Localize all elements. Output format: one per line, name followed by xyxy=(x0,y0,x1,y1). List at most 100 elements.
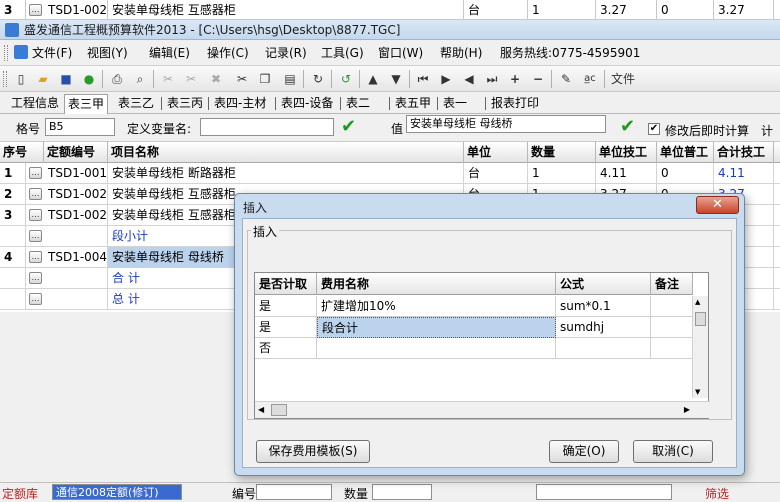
fee-cell-note[interactable] xyxy=(651,338,693,359)
grid-cell-code[interactable]: TSD1-001 xyxy=(44,163,108,184)
hscroll-thumb[interactable] xyxy=(271,404,287,416)
delete-icon[interactable]: ✖ xyxy=(208,71,224,87)
new-icon[interactable]: ▯ xyxy=(13,71,29,87)
tab-project-info[interactable]: 工程信息 xyxy=(8,94,62,114)
first-record-icon[interactable]: ⏮ xyxy=(415,71,431,87)
menu-file[interactable]: 文件(F) xyxy=(32,40,72,66)
grid-cell-ts[interactable]: 4.11 xyxy=(714,163,774,184)
row-expand-button[interactable]: … xyxy=(29,272,42,284)
menu-tools[interactable]: 工具(G) xyxy=(321,40,364,66)
header-take[interactable]: 是否计取 xyxy=(255,273,317,295)
paste-icon[interactable]: ▤ xyxy=(282,71,298,87)
header-qty[interactable]: 数量 xyxy=(528,142,596,163)
recalc-checkbox[interactable]: ✔ xyxy=(648,123,660,135)
menu-record[interactable]: 记录(R) xyxy=(265,40,307,66)
header-fee-name[interactable]: 费用名称 xyxy=(317,273,556,295)
fee-cell-note[interactable] xyxy=(651,296,693,317)
tab-table4-material[interactable]: 表四-主材 xyxy=(211,94,269,114)
toolbar-file-label[interactable]: 文件 xyxy=(608,71,638,87)
move-down-icon[interactable]: ▼ xyxy=(388,71,404,87)
fee-cell-name[interactable]: 扩建增加10% xyxy=(317,296,556,317)
row-expand-button[interactable]: … xyxy=(29,209,42,221)
grid-cell-code[interactable]: TSD1-002 xyxy=(44,184,108,205)
fee-row[interactable]: 是扩建增加10% sum*0.1 xyxy=(255,296,693,317)
cut-icon[interactable]: ✂ xyxy=(183,71,199,87)
quota-library-select[interactable]: 通信2008定额(修订) xyxy=(52,484,182,500)
vscroll-thumb[interactable] xyxy=(695,312,706,326)
save-icon[interactable]: ■ xyxy=(58,71,74,87)
fee-cell-name[interactable] xyxy=(317,338,556,359)
menu-operate[interactable]: 操作(C) xyxy=(207,40,249,66)
save-fee-template-button[interactable]: 保存费用模板(S) xyxy=(256,440,370,463)
toolbar-grip[interactable] xyxy=(3,71,7,87)
spell-check-icon[interactable]: a̲c xyxy=(582,71,598,87)
scroll-left-icon[interactable]: ◀ xyxy=(258,405,264,414)
print-preview-icon[interactable]: ⌕ xyxy=(132,71,148,87)
row-expand-button[interactable]: … xyxy=(29,4,42,16)
tab-table5a[interactable]: 表五甲 xyxy=(392,94,434,114)
header-note[interactable]: 备注 xyxy=(651,273,693,295)
grid-cell-code[interactable] xyxy=(44,268,108,289)
fee-grid-hscrollbar[interactable]: ◀ ▶ xyxy=(255,401,710,418)
menu-edit[interactable]: 编辑(E) xyxy=(149,40,190,66)
fee-cell-formula[interactable]: sum*0.1 xyxy=(556,296,651,317)
last-record-icon[interactable]: ⏭ xyxy=(484,71,500,87)
copy-icon[interactable]: ❐ xyxy=(257,71,273,87)
header-unit-skill[interactable]: 单位技工 xyxy=(596,142,657,163)
grid-cell-code[interactable]: TSD1-004 xyxy=(44,247,108,268)
cut-icon-disabled[interactable]: ✂ xyxy=(160,71,176,87)
value-input[interactable]: 安装单母线柜 母线桥 xyxy=(406,115,606,133)
confirm-variable-check-icon[interactable]: ✔ xyxy=(341,118,356,136)
code-input[interactable] xyxy=(256,484,332,500)
menu-window[interactable]: 窗口(W) xyxy=(378,40,423,66)
header-name[interactable]: 项目名称 xyxy=(108,142,464,163)
tab-table3a[interactable]: 表三甲 xyxy=(64,94,109,114)
grid-cell-code[interactable] xyxy=(44,226,108,247)
previous-icon[interactable]: ◀ xyxy=(461,71,477,87)
edit-record-icon[interactable]: ✎ xyxy=(558,71,574,87)
scroll-down-icon[interactable]: ▼ xyxy=(695,388,700,396)
tab-table3b[interactable]: 表三乙 xyxy=(115,94,157,114)
dialog-close-button[interactable]: ✕ xyxy=(696,196,739,214)
confirm-value-check-icon[interactable]: ✔ xyxy=(620,118,635,136)
print-icon[interactable]: ⎙ xyxy=(109,71,125,87)
variable-name-input[interactable] xyxy=(200,118,334,136)
tab-report-print[interactable]: 报表打印 xyxy=(488,94,542,114)
fee-grid-vscrollbar[interactable]: ▲ ▼ xyxy=(692,296,708,398)
grid-cell-code[interactable]: TSD1-002 xyxy=(44,205,108,226)
fee-cell-formula[interactable] xyxy=(556,338,651,359)
menu-view[interactable]: 视图(Y) xyxy=(87,40,128,66)
cell-address-input[interactable]: B5 xyxy=(45,118,115,136)
fee-cell-take[interactable]: 是 xyxy=(255,296,317,317)
add-record-icon[interactable]: + xyxy=(507,71,523,87)
header-total-skill[interactable]: 合计技工 xyxy=(714,142,774,163)
cut-active-icon[interactable]: ✂ xyxy=(234,71,250,87)
tab-table1[interactable]: 表一 xyxy=(440,94,470,114)
grid-cell-us[interactable]: 4.11 xyxy=(596,163,657,184)
remove-record-icon[interactable]: − xyxy=(530,71,546,87)
grid-cell-name[interactable]: 安装单母线柜 断路器柜 xyxy=(108,163,464,184)
scroll-up-icon[interactable]: ▲ xyxy=(695,298,700,306)
scroll-right-icon[interactable]: ▶ xyxy=(684,405,690,414)
tab-table3c[interactable]: 表三丙 xyxy=(164,94,206,114)
row-expand-button[interactable]: … xyxy=(29,167,42,179)
fee-row[interactable]: 否 xyxy=(255,338,693,359)
row-expand-button[interactable]: … xyxy=(29,230,42,242)
grid-cell-code[interactable] xyxy=(44,289,108,310)
menu-help[interactable]: 帮助(H) xyxy=(440,40,482,66)
fee-cell-take[interactable]: 是 xyxy=(255,317,317,338)
table-row[interactable]: 1… TSD1-001 安装单母线柜 断路器柜台 1 4.11 0 4.11 xyxy=(0,163,780,184)
grid-cell-unit[interactable]: 台 xyxy=(464,163,528,184)
calculate-icon[interactable]: ↺ xyxy=(338,71,354,87)
fee-cell-formula[interactable]: sumdhj xyxy=(556,317,651,338)
row-expand-button[interactable]: … xyxy=(29,188,42,200)
header-unit[interactable]: 单位 xyxy=(464,142,528,163)
header-code[interactable]: 定额编号 xyxy=(44,142,108,163)
undo-icon[interactable]: ↻ xyxy=(310,71,326,87)
header-unit-general[interactable]: 单位普工 xyxy=(657,142,714,163)
header-formula[interactable]: 公式 xyxy=(556,273,651,295)
fee-cell-name[interactable]: 段合计 xyxy=(317,317,556,338)
ok-button[interactable]: 确定(O) xyxy=(549,440,619,463)
fee-row[interactable]: 是段合计 sumdhj xyxy=(255,317,693,338)
row-expand-button[interactable]: … xyxy=(29,251,42,263)
